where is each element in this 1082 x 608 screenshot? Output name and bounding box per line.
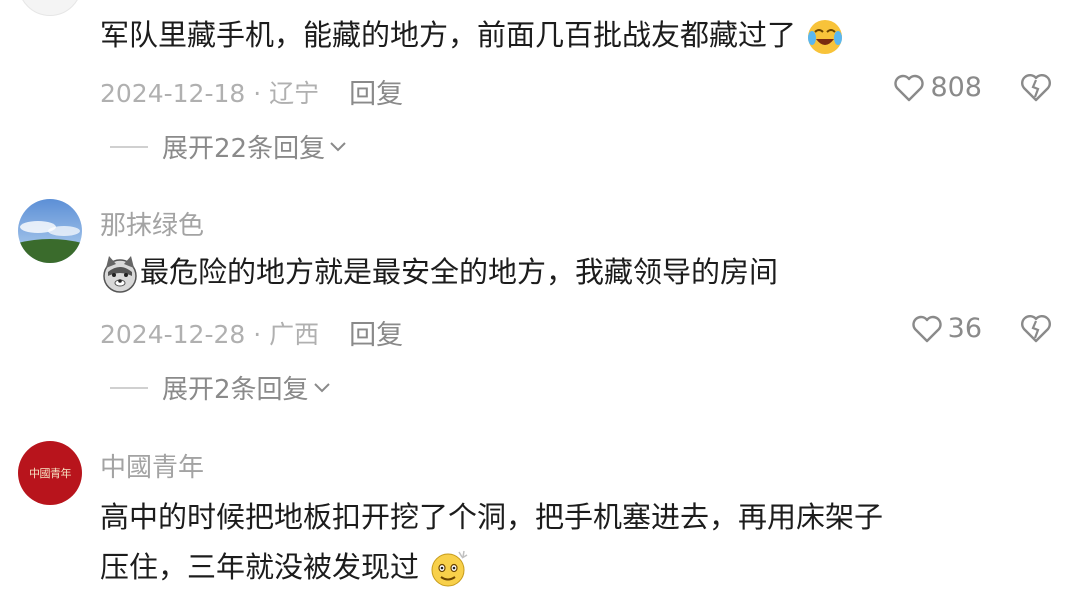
divider-line <box>110 145 148 148</box>
dog-emoji <box>103 256 137 293</box>
username[interactable]: 那抹绿色 <box>100 205 204 242</box>
like-count: 36 <box>947 313 982 344</box>
comment-meta: 2024-12-18 · 辽宁 回复 <box>100 72 403 111</box>
expand-replies-button[interactable]: 展开22条回复 <box>110 128 347 165</box>
comment-text: 军队里藏手机，能藏的地方，前面几百批战友都藏过了 <box>100 10 1050 60</box>
comment-text: 高中的时候把地板扣开挖了个洞，把手机塞进去，再用床架子 压住，三年就没被发现过 <box>100 492 1050 592</box>
comment-3: 中國青年 中國青年 高中的时候把地板扣开挖了个洞，把手机塞进去，再用床架子 压住… <box>0 437 1082 608</box>
comment-1: 军队里藏手机，能藏的地方，前面几百批战友都藏过了 2024-12-18 · 辽宁… <box>0 0 1082 190</box>
like-button[interactable]: 36 <box>911 313 982 344</box>
like-button[interactable]: 808 <box>894 72 982 103</box>
heart-icon <box>911 315 942 342</box>
dizzy-face-emoji <box>431 550 468 587</box>
like-count: 808 <box>930 72 982 103</box>
heart-icon <box>894 74 925 101</box>
comment-2: 那抹绿色 最危险的地方就是最安全的地方，我藏领导的房间 2024-12-28 ·… <box>0 195 1082 415</box>
dislike-icon[interactable] <box>1020 313 1052 345</box>
chevron-down-icon <box>330 141 346 151</box>
reply-button[interactable]: 回复 <box>349 72 403 111</box>
comment-text-line-1: 高中的时候把地板扣开挖了个洞，把手机塞进去，再用床架子 <box>100 500 884 534</box>
avatar-landscape-image <box>18 199 82 263</box>
username[interactable]: 中國青年 <box>100 447 204 484</box>
comment-text-line-2: 压住，三年就没被发现过 <box>100 542 1050 592</box>
crying-laughing-emoji <box>808 20 843 54</box>
comment-meta: 2024-12-28 · 广西 回复 <box>100 313 403 352</box>
expand-label: 展开2条回复 <box>162 375 309 405</box>
divider-line <box>110 386 148 389</box>
dislike-icon[interactable] <box>1020 72 1052 104</box>
avatar-logo-text: 中國青年 <box>29 467 72 480</box>
comment-text: 最危险的地方就是最安全的地方，我藏领导的房间 <box>100 247 1050 297</box>
expand-replies-button[interactable]: 展开2条回复 <box>110 369 331 406</box>
expand-label: 展开22条回复 <box>162 134 326 164</box>
comment-date-location: 2024-12-18 · 辽宁 <box>100 78 320 108</box>
avatar[interactable] <box>18 199 82 263</box>
reply-button[interactable]: 回复 <box>349 313 403 352</box>
chevron-down-icon <box>313 382 330 392</box>
comment-date-location: 2024-12-28 · 广西 <box>100 319 320 349</box>
avatar[interactable]: 中國青年 <box>18 441 82 505</box>
